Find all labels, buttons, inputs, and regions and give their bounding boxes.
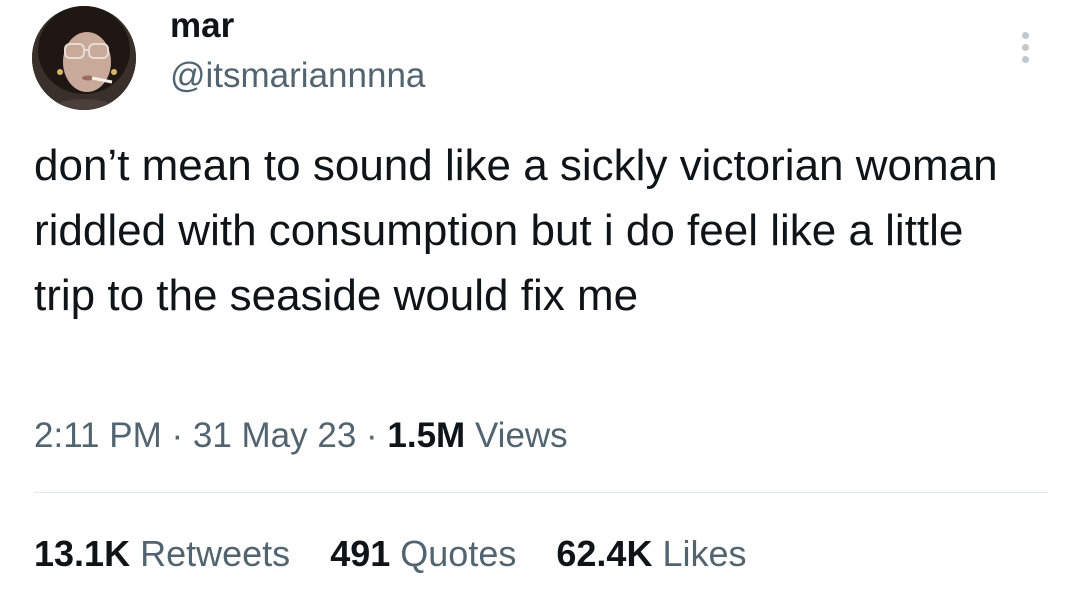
likes-stat[interactable]: 62.4K Likes — [556, 533, 746, 574]
tweet-text: don’t mean to sound like a sickly victor… — [34, 141, 998, 320]
quotes-count: 491 — [330, 533, 391, 574]
avatar-photo — [32, 6, 136, 110]
more-options-icon[interactable] — [1012, 26, 1040, 70]
likes-label: Likes — [662, 533, 747, 574]
engagement-stats: 13.1K Retweets 491 Quotes 62.4K Likes — [34, 530, 777, 578]
views-count: 1.5M — [387, 416, 466, 455]
tweet-date[interactable]: 31 May 23 — [193, 416, 356, 455]
dot — [1022, 56, 1029, 63]
tweet-meta: 2:11 PM · 31 May 23 · 1.5M Views — [34, 412, 568, 460]
dot — [1022, 44, 1029, 51]
dot — [1022, 32, 1029, 39]
tweet-time[interactable]: 2:11 PM — [34, 416, 162, 455]
retweets-stat[interactable]: 13.1K Retweets — [34, 533, 290, 574]
quotes-label: Quotes — [400, 533, 517, 574]
retweets-label: Retweets — [140, 533, 291, 574]
meta-separator: · — [356, 416, 388, 455]
likes-count: 62.4K — [556, 533, 653, 574]
quotes-stat[interactable]: 491 Quotes — [330, 533, 516, 574]
tweet-card: mar @itsmariannnna don’t mean to sound l… — [0, 0, 1080, 606]
views-label: Views — [474, 416, 568, 455]
avatar[interactable] — [32, 6, 136, 110]
divider — [34, 492, 1048, 493]
meta-separator: · — [161, 416, 193, 455]
display-name[interactable]: mar — [170, 4, 234, 48]
retweets-count: 13.1K — [34, 533, 131, 574]
user-handle[interactable]: @itsmariannnna — [170, 54, 425, 98]
